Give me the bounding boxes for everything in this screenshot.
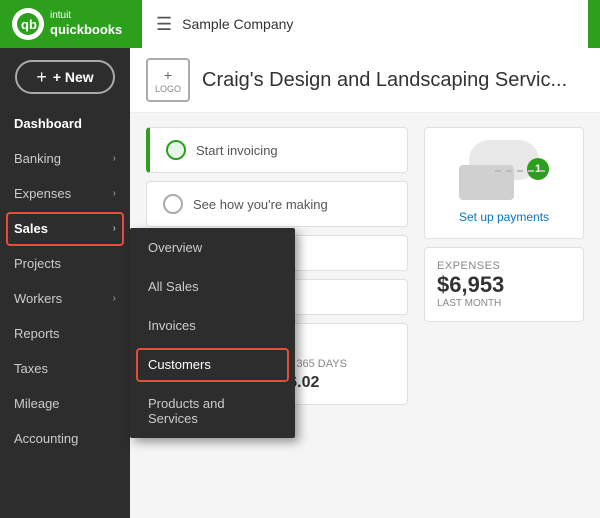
sidebar-item-label: Sales	[14, 221, 48, 236]
sidebar-item-mileage[interactable]: Mileage	[0, 386, 130, 421]
main-layout: + + New Dashboard Banking › Expenses › S…	[0, 48, 600, 518]
sidebar-item-reports[interactable]: Reports	[0, 316, 130, 351]
sidebar-item-label: Taxes	[14, 361, 48, 376]
svg-text:qb: qb	[21, 17, 37, 32]
submenu-item-all-sales[interactable]: All Sales	[130, 267, 295, 306]
setup-step-invoicing[interactable]: Start invoicing	[146, 127, 408, 173]
logo-label: LOGO	[155, 84, 181, 94]
sidebar-item-label: Dashboard	[14, 116, 82, 131]
content-header: + LOGO Craig's Design and Landscaping Se…	[130, 48, 600, 113]
sidebar-item-workers[interactable]: Workers ›	[0, 281, 130, 316]
submenu-label: All Sales	[148, 279, 199, 294]
sidebar-item-label: Mileage	[14, 396, 60, 411]
new-button-label: + New	[53, 69, 94, 85]
step-text: See how you're making	[193, 197, 328, 212]
sales-submenu: Overview All Sales Invoices Customers Pr…	[130, 228, 295, 438]
chevron-right-icon: ›	[113, 188, 116, 199]
submenu-label: Invoices	[148, 318, 196, 333]
company-title: Craig's Design and Landscaping Servic...	[202, 69, 567, 92]
submenu-item-products[interactable]: Products and Services	[130, 384, 295, 438]
setup-payments-link[interactable]: Set up payments	[459, 210, 549, 224]
company-logo-box[interactable]: + LOGO	[146, 58, 190, 102]
sidebar-item-accounting[interactable]: Accounting	[0, 421, 130, 456]
step-circle-icon	[166, 140, 186, 160]
sidebar-item-label: Expenses	[14, 186, 71, 201]
sidebar-item-label: Reports	[14, 326, 60, 341]
right-panel: 1 Set up payments Expenses $6,953 LAST M…	[424, 127, 584, 405]
submenu-item-overview[interactable]: Overview	[130, 228, 295, 267]
expenses-amount: $6,953	[437, 272, 571, 298]
sidebar-item-sales[interactable]: Sales ›	[0, 211, 130, 246]
setup-step-making[interactable]: See how you're making	[146, 181, 408, 227]
company-name-header: Sample Company	[182, 16, 293, 32]
sidebar-item-projects[interactable]: Projects	[0, 246, 130, 281]
top-bar: qb intuit quickbooks ☰ Sample Company	[0, 0, 600, 48]
step-text: Start invoicing	[196, 143, 278, 158]
badge-count: 1	[527, 158, 549, 180]
logo-plus-icon: +	[164, 67, 172, 83]
sidebar-item-taxes[interactable]: Taxes	[0, 351, 130, 386]
submenu-label: Products and Services	[148, 396, 225, 426]
sidebar-nav: Dashboard Banking › Expenses › Sales › P…	[0, 106, 130, 456]
sidebar-item-dashboard[interactable]: Dashboard	[0, 106, 130, 141]
dashed-line-decoration	[495, 170, 545, 172]
step-circle-icon	[163, 194, 183, 214]
expenses-label: Expenses	[437, 260, 571, 272]
expenses-period: LAST MONTH	[437, 298, 571, 309]
sidebar-item-expenses[interactable]: Expenses ›	[0, 176, 130, 211]
sidebar-item-label: Banking	[14, 151, 61, 166]
submenu-item-customers[interactable]: Customers	[130, 345, 295, 384]
qb-logo-icon: qb	[12, 8, 44, 40]
new-button[interactable]: + + New	[15, 60, 115, 94]
top-bar-right: ☰ Sample Company	[142, 0, 588, 48]
qb-logo-text: intuit quickbooks	[50, 10, 122, 39]
hamburger-icon[interactable]: ☰	[156, 14, 172, 35]
sidebar-item-banking[interactable]: Banking ›	[0, 141, 130, 176]
sidebar-item-label: Accounting	[14, 431, 78, 446]
sidebar: + + New Dashboard Banking › Expenses › S…	[0, 48, 130, 518]
quickbooks-logo: qb intuit quickbooks	[12, 8, 142, 40]
submenu-label: Customers	[148, 357, 211, 372]
chevron-right-icon: ›	[113, 153, 116, 164]
chevron-right-icon: ›	[113, 293, 116, 304]
new-button-plus-icon: +	[36, 67, 47, 88]
sidebar-item-label: Projects	[14, 256, 61, 271]
payment-widget: 1 Set up payments	[424, 127, 584, 239]
submenu-label: Overview	[148, 240, 202, 255]
chevron-right-icon: ›	[113, 223, 116, 234]
sidebar-item-label: Workers	[14, 291, 62, 306]
expenses-widget: Expenses $6,953 LAST MONTH	[424, 247, 584, 322]
submenu-item-invoices[interactable]: Invoices	[130, 306, 295, 345]
payment-illustration: 1	[459, 140, 549, 200]
